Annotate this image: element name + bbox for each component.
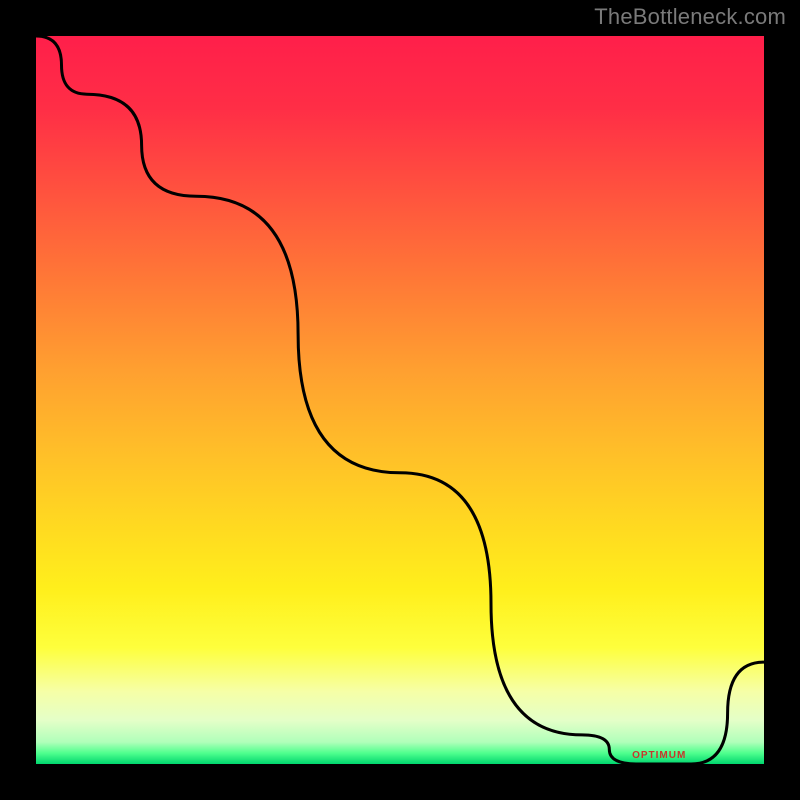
plot-area: OPTIMUM (36, 36, 764, 764)
bottleneck-curve-svg (36, 36, 764, 764)
chart-container: TheBottleneck.com OPTIMUM (0, 0, 800, 800)
optimum-label: OPTIMUM (632, 750, 686, 761)
attribution-text: TheBottleneck.com (594, 4, 786, 30)
bottleneck-curve-line (36, 36, 764, 764)
